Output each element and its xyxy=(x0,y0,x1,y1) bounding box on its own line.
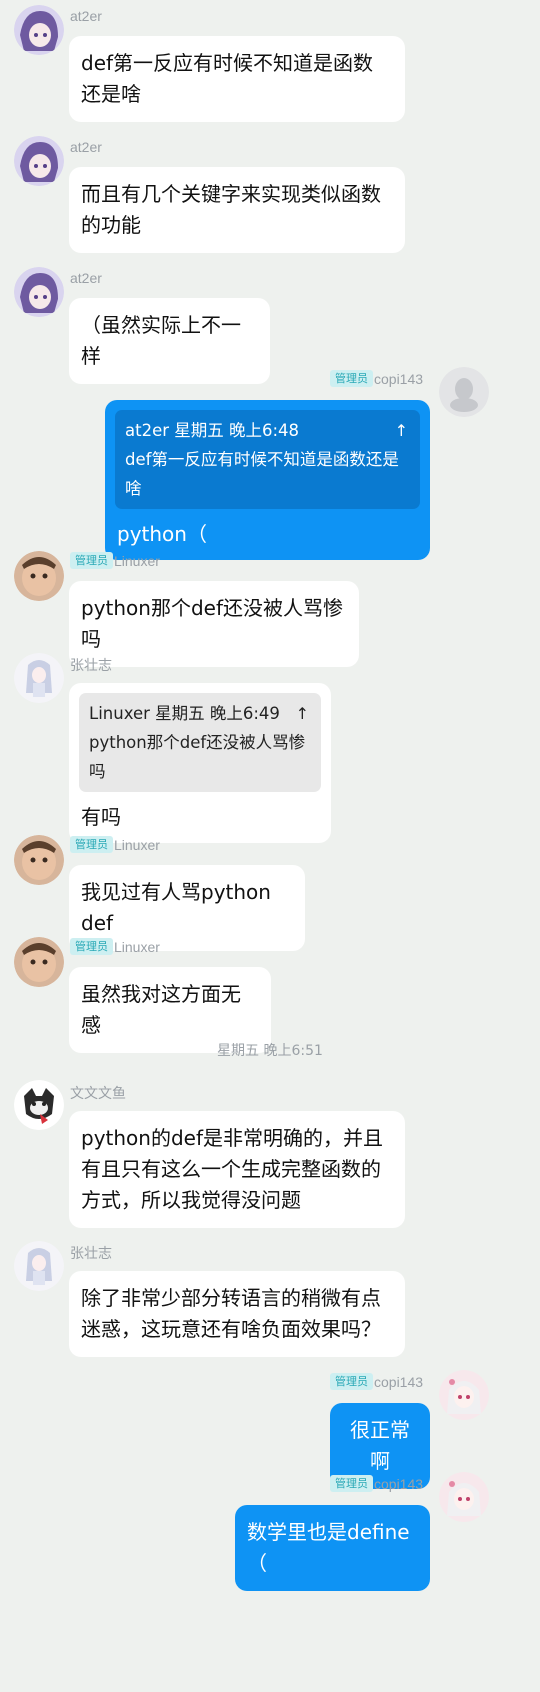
message-bubble[interactable]: （虽然实际上不一样 xyxy=(69,298,270,384)
sender-name: Linuxer xyxy=(114,553,160,569)
avatar[interactable] xyxy=(14,653,64,703)
admin-badge: 管理员 xyxy=(330,370,373,387)
avatar[interactable] xyxy=(14,937,64,987)
admin-badge: 管理员 xyxy=(330,1475,373,1492)
message-text: 除了非常少部分转语言的稍微有点迷惑，这玩意还有啥负面效果吗？ xyxy=(81,1286,381,1341)
sender-name: Linuxer xyxy=(114,837,160,853)
message-text: 我见过有人骂python def xyxy=(81,880,271,935)
message-text: python那个def还没被人骂惨吗 xyxy=(81,596,344,651)
message-bubble[interactable]: 除了非常少部分转语言的稍微有点迷惑，这玩意还有啥负面效果吗？ xyxy=(69,1271,405,1357)
avatar[interactable] xyxy=(439,1370,489,1420)
sender-name: at2er xyxy=(70,139,102,155)
message-text: （虽然实际上不一样 xyxy=(81,313,241,368)
sender-name: copi143 xyxy=(374,371,424,387)
avatar[interactable] xyxy=(439,1472,489,1522)
quoted-message[interactable]: at2er 星期五 晚上6:48 def第一反应有时候不知道是函数还是啥 ↑ xyxy=(115,410,420,509)
message-bubble[interactable]: at2er 星期五 晚上6:48 def第一反应有时候不知道是函数还是啥 ↑ p… xyxy=(105,400,430,560)
message-text: 很正常啊 xyxy=(350,1418,410,1473)
avatar[interactable] xyxy=(14,835,64,885)
message-bubble[interactable]: Linuxer 星期五 晚上6:49 python那个def还没被人骂惨吗 ↑ … xyxy=(69,683,331,843)
jump-to-quote-icon[interactable]: ↑ xyxy=(395,416,408,445)
quote-header: at2er 星期五 晚上6:48 xyxy=(125,421,300,440)
admin-badge: 管理员 xyxy=(70,836,113,853)
message-text: python的def是非常明确的，并且有且只有这么一个生成完整函数的方式，所以我… xyxy=(81,1126,384,1212)
sender-name: 文文文鱼 xyxy=(70,1085,126,1101)
admin-badge: 管理员 xyxy=(70,938,113,955)
message-bubble[interactable]: def第一反应有时候不知道是函数还是啥 xyxy=(69,36,405,122)
time-separator: 星期五 晚上6:51 xyxy=(217,1043,323,1059)
admin-badge: 管理员 xyxy=(70,552,113,569)
message-text: 有吗 xyxy=(81,805,121,829)
avatar[interactable] xyxy=(14,1080,64,1130)
admin-badge: 管理员 xyxy=(330,1373,373,1390)
message-text: python（ xyxy=(117,522,207,546)
jump-to-quote-icon[interactable]: ↑ xyxy=(296,699,309,728)
sender-name: copi143 xyxy=(374,1374,424,1390)
avatar[interactable] xyxy=(14,551,64,601)
avatar[interactable] xyxy=(14,5,64,55)
message-bubble[interactable]: 数学里也是define（ xyxy=(235,1505,430,1591)
message-text: 虽然我对这方面无感 xyxy=(81,982,241,1037)
sender-name: 张壮志 xyxy=(70,1245,112,1261)
message-text: def第一反应有时候不知道是函数还是啥 xyxy=(81,51,374,106)
avatar[interactable] xyxy=(14,136,64,186)
quote-text: python那个def还没被人骂惨吗 xyxy=(89,733,306,781)
sender-name: at2er xyxy=(70,270,102,286)
message-bubble[interactable]: python那个def还没被人骂惨吗 xyxy=(69,581,359,667)
sender-name: Linuxer xyxy=(114,939,160,955)
avatar[interactable] xyxy=(14,267,64,317)
message-text: 数学里也是define（ xyxy=(247,1520,410,1575)
quote-text: def第一反应有时候不知道是函数还是啥 xyxy=(125,450,399,498)
sender-name: 张壮志 xyxy=(70,657,112,673)
quote-header: Linuxer 星期五 晚上6:49 xyxy=(89,704,280,723)
message-bubble[interactable]: 而且有几个关键字来实现类似函数的功能 xyxy=(69,167,405,253)
message-text: 而且有几个关键字来实现类似函数的功能 xyxy=(81,182,381,237)
sender-name: copi143 xyxy=(374,1476,424,1492)
avatar[interactable] xyxy=(439,367,489,417)
avatar[interactable] xyxy=(14,1241,64,1291)
quoted-message[interactable]: Linuxer 星期五 晚上6:49 python那个def还没被人骂惨吗 ↑ xyxy=(79,693,321,792)
sender-name: at2er xyxy=(70,8,102,24)
message-bubble[interactable]: python的def是非常明确的，并且有且只有这么一个生成完整函数的方式，所以我… xyxy=(69,1111,405,1228)
